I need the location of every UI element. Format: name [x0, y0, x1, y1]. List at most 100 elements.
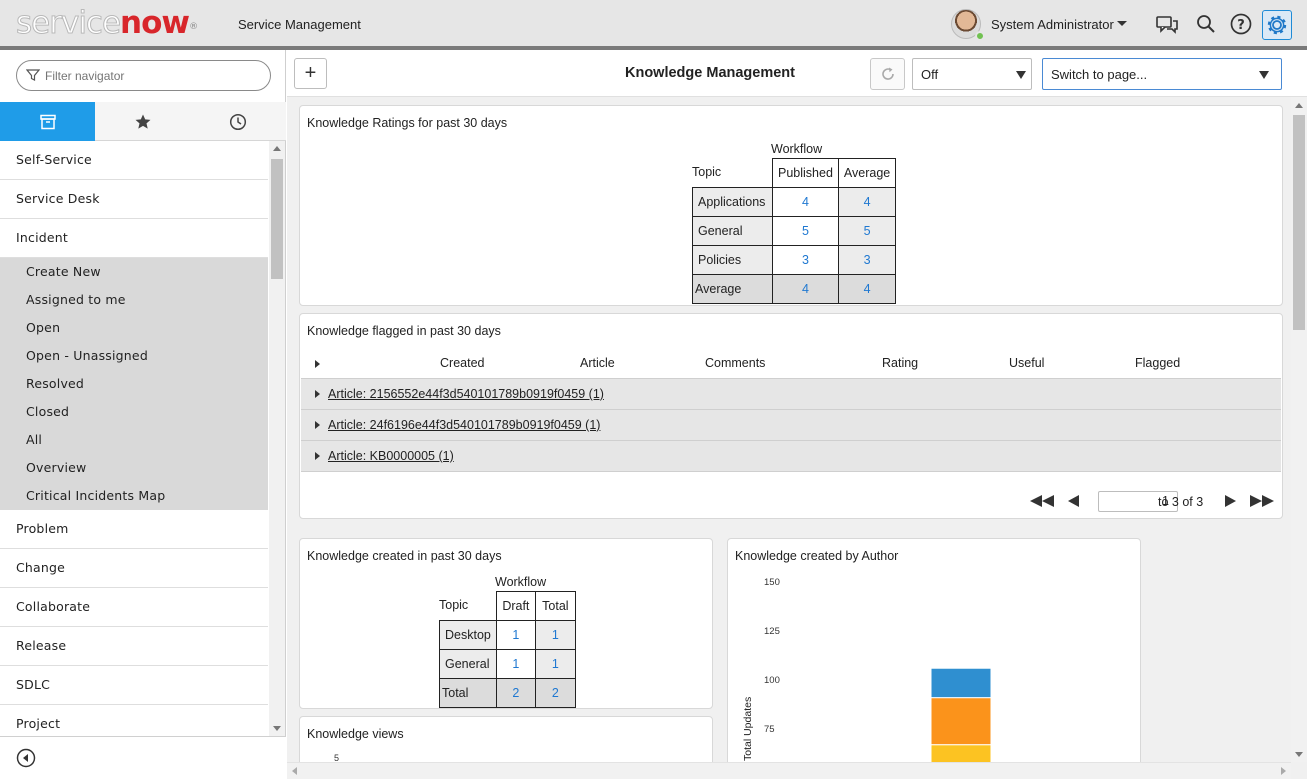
table-row: Policies 3 3 — [692, 245, 897, 275]
y-tick-label: 100 — [764, 675, 780, 686]
logo-registered-mark: ® — [189, 22, 198, 32]
scroll-right-arrow-icon[interactable] — [1281, 767, 1286, 775]
nav-module-open[interactable]: Open — [0, 314, 268, 342]
first-page-icon[interactable] — [1030, 495, 1056, 507]
expand-group-icon[interactable] — [315, 452, 320, 460]
column-header[interactable]: Created — [440, 356, 484, 370]
widget-title: Knowledge flagged in past 30 days — [307, 324, 501, 338]
nav-item-sdlc[interactable]: SDLC — [0, 666, 268, 705]
expand-group-icon[interactable] — [315, 390, 320, 398]
nav-item-change[interactable]: Change — [0, 549, 268, 588]
svg-text:?: ? — [1237, 18, 1245, 33]
filter-navigator-input[interactable] — [45, 66, 260, 86]
column-header[interactable]: Flagged — [1135, 356, 1180, 370]
pivot-row-header: General — [692, 216, 773, 246]
collapse-navigator-icon[interactable] — [16, 748, 36, 768]
pivot-row-header: Desktop — [439, 620, 497, 650]
column-header[interactable]: Rating — [882, 356, 918, 370]
nav-module-assigned-to-me[interactable]: Assigned to me — [0, 286, 268, 314]
pivot-cell-link[interactable]: 2 — [534, 678, 576, 708]
nav-item-collaborate[interactable]: Collaborate — [0, 588, 268, 627]
column-header[interactable]: Article — [580, 356, 615, 370]
tab-favorites[interactable] — [95, 102, 190, 141]
list-group-row: Article: 24f6196e44f3d540101789b0919f045… — [301, 409, 1281, 440]
pager-range-text: to 3 of 3 — [1158, 495, 1204, 509]
help-icon[interactable]: ? — [1229, 12, 1253, 36]
expand-all-icon[interactable] — [315, 360, 320, 368]
pivot-cell-link[interactable]: 1 — [534, 649, 576, 679]
scroll-up-arrow-icon[interactable] — [273, 146, 281, 151]
scroll-down-arrow-icon[interactable] — [273, 726, 281, 731]
pivot-cell-link[interactable]: 3 — [772, 245, 839, 275]
last-page-icon[interactable] — [1248, 495, 1274, 507]
nav-module-resolved[interactable]: Resolved — [0, 370, 268, 398]
pivot-col-header: Total — [534, 591, 576, 621]
nav-item-incident[interactable]: Incident — [0, 219, 268, 258]
add-content-button[interactable]: + — [294, 58, 327, 89]
pivot-row-header: Applications — [692, 187, 773, 217]
nav-module-open-unassigned[interactable]: Open - Unassigned — [0, 342, 268, 370]
horizontal-scrollbar[interactable] — [287, 762, 1291, 779]
content-scrollbar[interactable] — [1291, 97, 1307, 762]
column-header[interactable]: Useful — [1009, 356, 1044, 370]
navigator-scrollbar[interactable] — [269, 141, 285, 736]
pivot-cell-link[interactable]: 1 — [495, 649, 536, 679]
next-page-icon[interactable] — [1224, 495, 1236, 507]
tab-all-applications[interactable] — [0, 102, 95, 141]
group-link[interactable]: Article: 2156552e44f3d540101789b0919f045… — [328, 387, 604, 401]
pivot-cell-link[interactable]: 1 — [534, 620, 576, 650]
nav-module-critical-incidents-map[interactable]: Critical Incidents Map — [0, 482, 268, 510]
widget-knowledge-flagged: Knowledge flagged in past 30 days Create… — [299, 313, 1283, 519]
pivot-cell-link[interactable]: 4 — [837, 274, 897, 304]
pivot-cell-link[interactable]: 5 — [772, 216, 839, 246]
list-group-row: Article: KB0000005 (1) — [301, 440, 1281, 472]
group-link[interactable]: Article: 24f6196e44f3d540101789b0919f045… — [328, 418, 600, 432]
refresh-interval-select[interactable]: Off — [912, 58, 1032, 90]
nav-item-service-desk[interactable]: Service Desk — [0, 180, 268, 219]
filter-icon — [26, 69, 40, 81]
switch-to-page-select[interactable]: Switch to page... — [1042, 58, 1282, 90]
pivot-cell-link[interactable]: 3 — [837, 245, 897, 275]
pivot-cell-link[interactable]: 4 — [772, 187, 839, 217]
scroll-left-arrow-icon[interactable] — [292, 767, 297, 775]
nav-item-self-service[interactable]: Self-Service — [0, 141, 268, 180]
ratings-pivot-table: Published Average Applications 4 4 Gener… — [692, 158, 897, 304]
page-title: Knowledge Management — [625, 65, 795, 81]
pivot-cell-link[interactable]: 4 — [837, 187, 897, 217]
nav-module-all[interactable]: All — [0, 426, 268, 454]
pivot-cell-link[interactable]: 1 — [495, 620, 536, 650]
nav-module-create-new[interactable]: Create New — [0, 258, 268, 286]
expand-group-icon[interactable] — [315, 421, 320, 429]
refresh-button[interactable] — [870, 58, 905, 90]
refresh-icon — [881, 67, 894, 80]
nav-module-closed[interactable]: Closed — [0, 398, 268, 426]
nav-item-project[interactable]: Project — [0, 705, 268, 736]
scroll-up-arrow-icon[interactable] — [1295, 103, 1303, 108]
chart-bar-segment[interactable] — [930, 697, 992, 746]
user-menu-caret-icon[interactable] — [1117, 21, 1127, 26]
nav-item-problem[interactable]: Problem — [0, 510, 268, 549]
scrollbar-thumb[interactable] — [1293, 115, 1305, 330]
pivot-cell-link[interactable]: 5 — [837, 216, 897, 246]
table-row: Applications 4 4 — [692, 187, 897, 217]
settings-button[interactable] — [1262, 10, 1292, 40]
filter-navigator-box[interactable] — [16, 60, 271, 91]
servicenow-logo[interactable]: servicenow® — [15, 5, 198, 42]
y-tick-label: 150 — [764, 577, 780, 588]
column-header[interactable]: Comments — [705, 356, 765, 370]
nav-item-release[interactable]: Release — [0, 627, 268, 666]
group-link[interactable]: Article: KB0000005 (1) — [328, 449, 454, 463]
scroll-down-arrow-icon[interactable] — [1295, 752, 1303, 757]
tab-history[interactable] — [190, 102, 285, 141]
user-menu-name[interactable]: System Administrator — [991, 17, 1114, 32]
scrollbar-thumb[interactable] — [271, 159, 283, 279]
previous-page-icon[interactable] — [1068, 495, 1080, 507]
pivot-column-group-label: Workflow — [771, 142, 823, 156]
chat-icon[interactable] — [1155, 12, 1179, 36]
pivot-cell-link[interactable]: 4 — [772, 274, 839, 304]
nav-module-overview[interactable]: Overview — [0, 454, 268, 482]
pivot-col-header: Draft — [495, 591, 536, 621]
chart-bar-segment[interactable] — [930, 667, 992, 699]
search-icon[interactable] — [1194, 12, 1218, 36]
pivot-cell-link[interactable]: 2 — [495, 678, 536, 708]
